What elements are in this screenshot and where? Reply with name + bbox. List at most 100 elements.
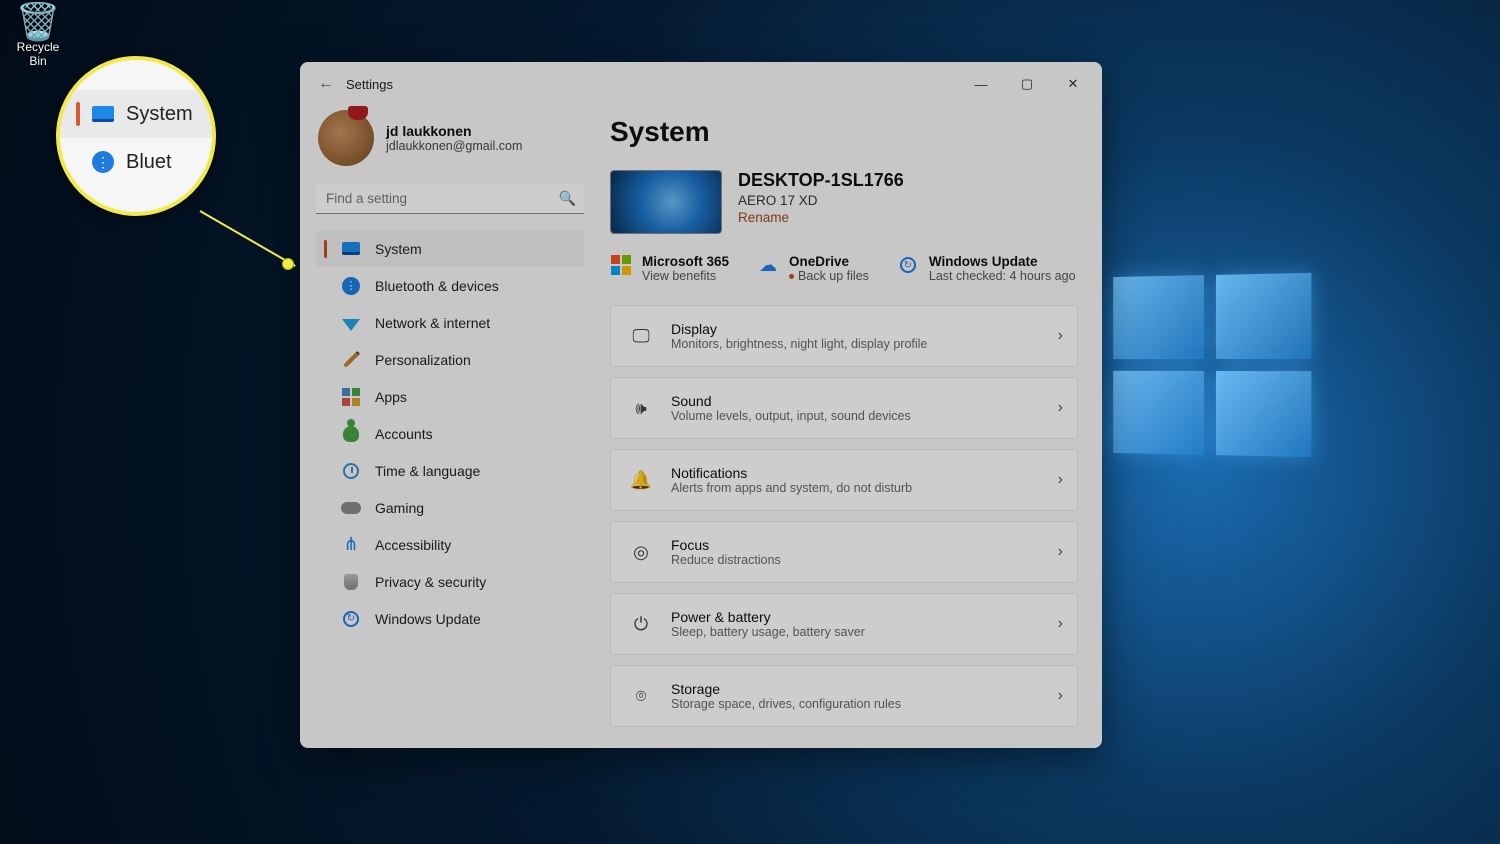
settings-window: ← Settings — ▢ ✕ jd laukkonen jdlaukkone… (300, 62, 1102, 748)
search-input[interactable] (316, 184, 584, 214)
quick-sub: Last checked: 4 hours ago (929, 269, 1076, 283)
gamepad-icon (341, 498, 361, 518)
card-display[interactable]: 🖵 DisplayMonitors, brightness, night ligh… (610, 305, 1078, 367)
sidebar-item-label: Apps (375, 389, 407, 405)
sidebar-item-label: Time & language (375, 463, 480, 479)
callout-pointer-dot (282, 258, 294, 270)
focus-icon: ◎ (627, 542, 655, 563)
windows-logo-wallpaper (1113, 273, 1311, 457)
sidebar-item-update[interactable]: Windows Update (316, 600, 584, 637)
chevron-right-icon: › (1058, 543, 1063, 561)
quick-title: OneDrive (789, 254, 869, 269)
card-title: Focus (671, 537, 1058, 553)
profile-email: jdlaukkonen@gmail.com (386, 139, 522, 153)
card-notifications[interactable]: 🔔 NotificationsAlerts from apps and syste… (610, 449, 1078, 511)
sidebar-item-label: Accessibility (375, 537, 451, 553)
chevron-right-icon: › (1058, 399, 1063, 417)
quick-sub: Back up files (789, 269, 869, 283)
quick-windows-update[interactable]: Windows UpdateLast checked: 4 hours ago (897, 254, 1076, 283)
sidebar-item-label: Accounts (375, 426, 433, 442)
shield-icon (341, 572, 361, 592)
settings-cards: 🖵 DisplayMonitors, brightness, night ligh… (610, 305, 1078, 727)
callout-row-bluetooth: ⋮ Bluet (60, 138, 212, 186)
recycle-bin-icon: 🗑️ (8, 4, 68, 40)
bluetooth-icon: ⋮ (341, 276, 361, 296)
attention-dot-icon (789, 274, 794, 279)
card-sub: Reduce distractions (671, 553, 1058, 567)
recycle-bin-desktop-icon[interactable]: 🗑️ Recycle Bin (8, 4, 68, 68)
bell-icon: 🔔 (627, 470, 655, 491)
sidebar-item-label: Windows Update (375, 611, 481, 627)
card-power[interactable]: ⏻ Power & batterySleep, battery usage, ba… (610, 593, 1078, 655)
nav-list: System ⋮Bluetooth & devices Network & in… (316, 230, 584, 637)
callout-row-system: System (60, 90, 212, 138)
profile-block[interactable]: jd laukkonen jdlaukkonen@gmail.com (316, 110, 584, 166)
wifi-icon (341, 313, 361, 333)
magnifier-callout: System ⋮ Bluet (56, 56, 216, 216)
storage-icon: ⌾ (627, 686, 655, 707)
maximize-button[interactable]: ▢ (1004, 62, 1050, 106)
callout-label: Bluet (126, 151, 172, 174)
sidebar-item-label: Privacy & security (375, 574, 486, 590)
page-title: System (610, 116, 1078, 148)
search-container: 🔍 (316, 184, 584, 214)
chevron-right-icon: › (1058, 471, 1063, 489)
minimize-button[interactable]: — (958, 62, 1004, 106)
close-button[interactable]: ✕ (1050, 62, 1096, 106)
sidebar-item-personalization[interactable]: Personalization (316, 341, 584, 378)
system-icon (92, 106, 114, 122)
cloud-icon: ☁ (757, 254, 779, 276)
chevron-right-icon: › (1058, 327, 1063, 345)
sidebar-item-bluetooth[interactable]: ⋮Bluetooth & devices (316, 267, 584, 304)
card-title: Storage (671, 681, 1058, 697)
back-button[interactable]: ← (312, 70, 340, 98)
card-sub: Volume levels, output, input, sound devi… (671, 409, 1058, 423)
sidebar-item-time[interactable]: Time & language (316, 452, 584, 489)
device-row: DESKTOP-1SL1766 AERO 17 XD Rename (610, 170, 1078, 234)
speaker-icon: 🕪 (627, 398, 655, 419)
card-sub: Storage space, drives, configuration rul… (671, 697, 1058, 711)
rename-link[interactable]: Rename (738, 210, 904, 225)
avatar (318, 110, 374, 166)
card-sub: Sleep, battery usage, battery saver (671, 625, 1058, 639)
sidebar-item-label: Network & internet (375, 315, 490, 331)
update-icon (341, 609, 361, 629)
bluetooth-icon: ⋮ (92, 151, 114, 173)
chevron-right-icon: › (1058, 687, 1063, 705)
device-thumbnail (610, 170, 722, 234)
microsoft-365-icon (610, 254, 632, 276)
search-icon: 🔍 (559, 190, 576, 207)
card-focus[interactable]: ◎ FocusReduce distractions› (610, 521, 1078, 583)
card-storage[interactable]: ⌾ StorageStorage space, drives, configura… (610, 665, 1078, 727)
sidebar-item-privacy[interactable]: Privacy & security (316, 563, 584, 600)
card-title: Notifications (671, 465, 1058, 481)
clock-icon (341, 461, 361, 481)
apps-icon (341, 387, 361, 407)
sidebar-item-apps[interactable]: Apps (316, 378, 584, 415)
quick-links: Microsoft 365View benefits ☁ OneDriveBac… (610, 254, 1078, 283)
system-icon (341, 239, 361, 259)
sidebar-item-gaming[interactable]: Gaming (316, 489, 584, 526)
card-title: Display (671, 321, 1058, 337)
callout-label: System (126, 103, 193, 126)
sidebar-item-label: Gaming (375, 500, 424, 516)
quick-title: Microsoft 365 (642, 254, 729, 269)
profile-name: jd laukkonen (386, 123, 522, 139)
card-sub: Alerts from apps and system, do not dist… (671, 481, 1058, 495)
card-sound[interactable]: 🕪SoundVolume levels, output, input, soun… (610, 377, 1078, 439)
quick-m365[interactable]: Microsoft 365View benefits (610, 254, 729, 283)
sidebar-item-accounts[interactable]: Accounts (316, 415, 584, 452)
quick-title: Windows Update (929, 254, 1076, 269)
person-icon (341, 424, 361, 444)
card-title: Power & battery (671, 609, 1058, 625)
card-sub: Monitors, brightness, night light, displ… (671, 337, 1058, 351)
accessibility-icon: ⋔ (341, 535, 361, 555)
sidebar-item-system[interactable]: System (316, 230, 584, 267)
monitor-icon: 🖵 (627, 326, 655, 347)
sidebar-item-network[interactable]: Network & internet (316, 304, 584, 341)
sidebar-item-accessibility[interactable]: ⋔ Accessibility (316, 526, 584, 563)
power-icon: ⏻ (627, 614, 655, 635)
brush-icon (341, 350, 361, 370)
device-name: DESKTOP-1SL1766 (738, 170, 904, 191)
quick-onedrive[interactable]: ☁ OneDriveBack up files (757, 254, 869, 283)
